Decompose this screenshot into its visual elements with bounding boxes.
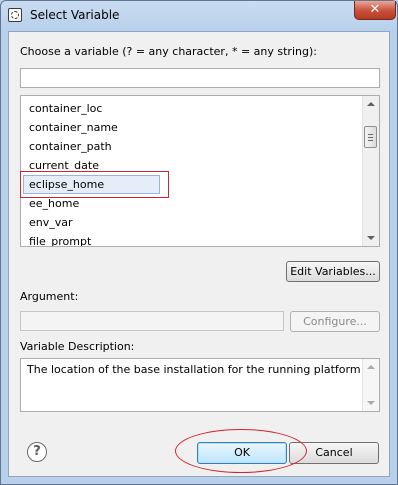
description-scrollbar[interactable] [362,359,379,411]
help-icon[interactable]: ? [27,442,47,462]
scroll-down-arrow-icon[interactable] [367,236,375,240]
description-label: Variable Description: [20,340,135,353]
list-item[interactable]: container_name [29,118,118,137]
configure-button[interactable]: Configure... [290,311,380,332]
list-item[interactable]: container_loc [29,99,102,118]
filter-input[interactable] [20,68,380,88]
list-item[interactable]: env_var [29,213,73,232]
scrollbar-thumb[interactable] [364,126,377,148]
edit-variables-button[interactable]: Edit Variables... [286,261,380,282]
description-area[interactable]: The location of the base installation fo… [20,358,380,412]
list-scrollbar[interactable] [362,96,379,246]
close-button[interactable]: ✕ [354,1,396,20]
scroll-up-arrow-icon[interactable] [367,102,375,106]
window-title: Select Variable [30,8,120,22]
dialog-content: Choose a variable (? = any character, * … [8,31,390,477]
dialog-window: Select Variable ✕ Choose a variable (? =… [0,0,398,485]
filter-label: Choose a variable (? = any character, * … [20,45,317,58]
grip-line [368,137,373,138]
argument-input[interactable] [20,311,284,331]
scroll-down-arrow-icon[interactable] [367,401,375,405]
grip-line [368,140,373,141]
list-item[interactable]: container_path [29,137,112,156]
list-item[interactable]: file_prompt [29,232,91,246]
title-bar[interactable]: Select Variable ✕ [1,1,397,31]
ok-highlight-annotation [175,429,307,473]
scroll-up-arrow-icon[interactable] [367,365,375,369]
eclipse-app-icon [8,8,22,22]
argument-label: Argument: [20,290,79,303]
description-text: The location of the base installation fo… [27,363,361,376]
grip-line [368,134,373,135]
selection-highlight-annotation [20,171,169,198]
close-icon: ✕ [369,2,381,17]
